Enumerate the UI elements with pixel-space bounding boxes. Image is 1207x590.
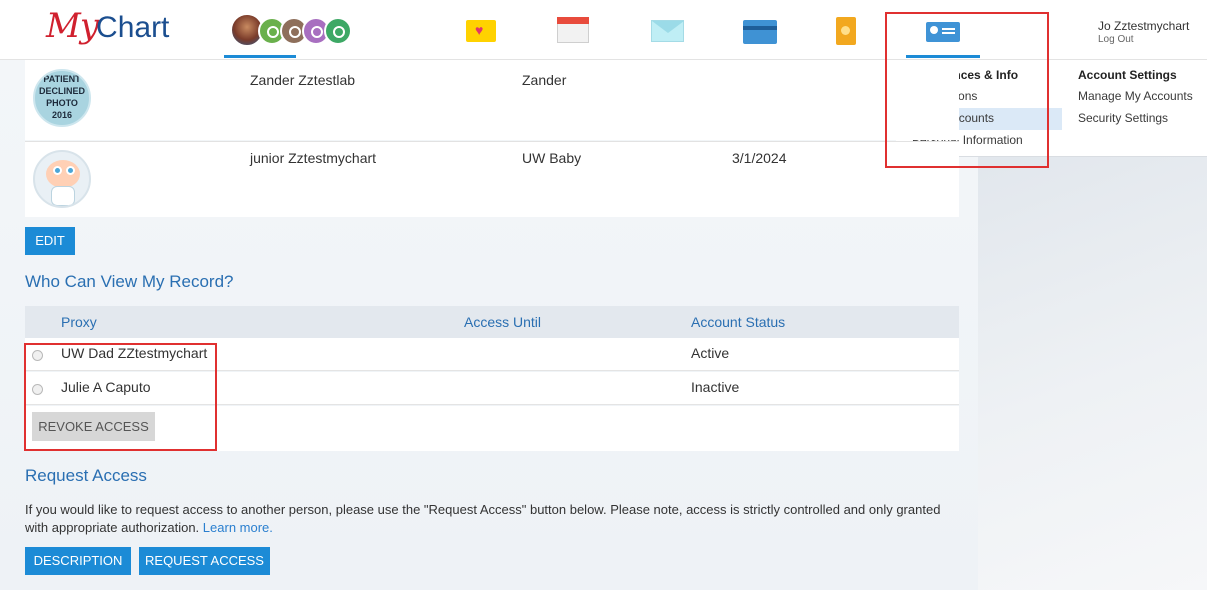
proxy-select-radio[interactable] <box>32 350 43 361</box>
revoke-area: REVOKE ACCESS <box>25 406 959 451</box>
person-date: 3/1/2024 <box>732 150 787 166</box>
table-row: UW Dad ZZtestmychart Active <box>25 338 959 371</box>
column-header-access-until: Access Until <box>464 314 542 330</box>
avatar-declined-photo: PATIENT DECLINED PHOTO 2016 <box>33 69 91 127</box>
avatar-active-indicator <box>224 55 296 58</box>
person-nickname: UW Baby <box>522 150 582 166</box>
column-header-account-status: Account Status <box>691 314 786 330</box>
request-access-text: If you would like to request access to a… <box>25 502 941 535</box>
billing-card-icon[interactable] <box>743 20 777 44</box>
photo-text-line: 2016 <box>51 110 73 120</box>
menu-item-manage-my-accounts[interactable]: Manage My Accounts <box>1078 86 1207 108</box>
profile-id-card-icon[interactable] <box>926 22 960 42</box>
avatar-baby <box>33 150 91 208</box>
description-button[interactable]: DESCRIPTION <box>25 547 131 575</box>
request-access-button[interactable]: REQUEST ACCESS <box>139 547 270 575</box>
proxy-avatars-switcher[interactable] <box>230 13 370 47</box>
logo-chart: Chart <box>96 11 170 44</box>
learn-more-link[interactable]: Learn more. <box>203 520 273 535</box>
top-nav-bar: My Chart Jo Zztestmychart Log Out <box>0 0 1207 60</box>
column-header-proxy: Proxy <box>61 314 97 330</box>
person-nickname: Zander <box>522 72 567 88</box>
account-settings-column: Account Settings Manage My Accounts Secu… <box>1078 66 1207 130</box>
proxy-status: Active <box>691 345 730 361</box>
person-name: junior Zztestmychart <box>250 150 377 166</box>
proxy-name: Julie A Caputo <box>61 379 151 395</box>
photo-text-line: DECLINED <box>38 86 85 96</box>
logout-link[interactable]: Log Out <box>1098 34 1134 45</box>
revoke-access-button[interactable]: REVOKE ACCESS <box>32 412 155 441</box>
avatar-proxy-4[interactable] <box>324 17 352 45</box>
photo-text-line: PATIENT <box>43 74 81 84</box>
edit-button[interactable]: EDIT <box>25 227 75 255</box>
health-folder-icon[interactable] <box>466 20 496 42</box>
logo-my: My <box>46 6 99 46</box>
menu-item-security-settings[interactable]: Security Settings <box>1078 108 1207 130</box>
table-header: Proxy Access Until Account Status <box>25 306 959 338</box>
table-row: Julie A Caputo Inactive <box>25 372 959 405</box>
photo-text-line: PHOTO <box>46 98 78 108</box>
mychart-logo[interactable]: My Chart <box>46 6 169 50</box>
who-can-view-heading: Who Can View My Record? <box>25 272 234 291</box>
request-access-heading: Request Access <box>25 466 147 485</box>
messages-envelope-icon[interactable] <box>651 20 684 42</box>
account-settings-heading: Account Settings <box>1078 68 1177 82</box>
person-name: Zander Zztestlab <box>250 72 356 88</box>
proxy-select-radio[interactable] <box>32 384 43 395</box>
request-access-description: If you would like to request access to a… <box>25 501 955 537</box>
user-name: Jo Zztestmychart <box>1098 19 1190 33</box>
proxy-status: Inactive <box>691 379 740 395</box>
calendar-icon[interactable] <box>557 17 589 43</box>
proxy-name: UW Dad ZZtestmychart <box>61 345 208 361</box>
profile-active-indicator <box>906 55 980 58</box>
list-item: PATIENT DECLINED PHOTO 2016 Zander Zztes… <box>25 60 959 140</box>
resources-book-icon[interactable] <box>836 17 856 45</box>
list-item: junior Zztestmychart UW Baby 3/1/2024 <box>25 141 959 217</box>
